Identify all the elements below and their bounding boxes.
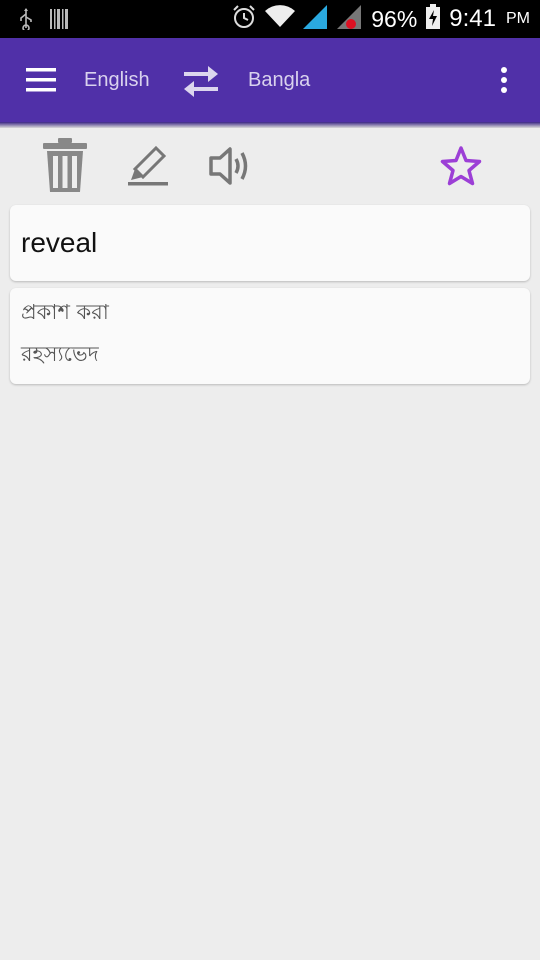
usb-icon bbox=[18, 8, 34, 35]
status-bar: 96% 9:41 PM bbox=[0, 0, 540, 38]
word-card: reveal bbox=[10, 205, 530, 281]
clock-time: 9:41 bbox=[449, 5, 496, 32]
source-language[interactable]: English bbox=[84, 69, 150, 92]
trash-icon[interactable] bbox=[40, 137, 90, 193]
meanings-card: প্রকাশ করা রহস্যভেদ bbox=[10, 288, 530, 384]
edit-icon[interactable] bbox=[126, 145, 170, 187]
menu-icon[interactable] bbox=[26, 67, 58, 93]
battery-percent: 96% bbox=[371, 5, 418, 32]
signal-icon bbox=[303, 4, 329, 34]
alarm-icon bbox=[231, 4, 257, 35]
search-word: reveal bbox=[21, 227, 98, 258]
app-bar-shadow bbox=[0, 122, 540, 128]
app-bar: English Bangla bbox=[0, 38, 540, 122]
meaning-item: রহস্যভেদ bbox=[21, 342, 99, 366]
star-icon[interactable] bbox=[440, 145, 482, 187]
target-language[interactable]: Bangla bbox=[248, 69, 310, 92]
speaker-icon[interactable] bbox=[208, 144, 254, 188]
battery-charging-icon bbox=[425, 3, 441, 35]
barcode-icon bbox=[50, 9, 68, 34]
clock-ampm: PM bbox=[506, 10, 530, 27]
wifi-icon bbox=[265, 4, 296, 34]
signal-roaming-icon bbox=[337, 4, 363, 34]
meaning-item: প্রকাশ করা bbox=[21, 300, 109, 324]
swap-icon[interactable] bbox=[180, 62, 222, 100]
more-vert-icon[interactable] bbox=[494, 66, 514, 96]
